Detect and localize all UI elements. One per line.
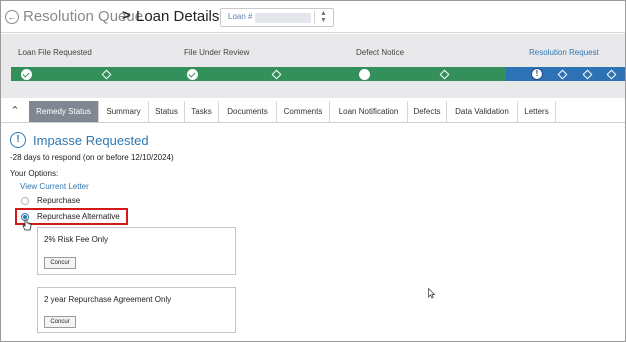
respond-deadline-text: -28 days to respond (on or before 12/10/… — [10, 153, 174, 162]
alert-circle-icon: ! — [10, 132, 26, 148]
progress-tracker: Loan File Requested File Under Review De… — [1, 34, 625, 98]
radio-label-repurchase-alternative[interactable]: Repurchase Alternative — [37, 212, 120, 221]
tab-remedy-status[interactable]: Remedy Status — [29, 101, 99, 122]
step-dot-icon — [359, 69, 370, 80]
remedy-status-title: Impasse Requested — [33, 133, 149, 148]
arrow-left-icon[interactable]: ← — [5, 10, 19, 24]
check-circle-icon — [21, 69, 32, 80]
radio-label-repurchase[interactable]: Repurchase — [37, 196, 80, 205]
loan-number-value — [255, 13, 311, 23]
tab-letters[interactable]: Letters — [518, 101, 556, 122]
alternative-title: 2% Risk Fee Only — [44, 235, 109, 244]
tab-status[interactable]: Status — [149, 101, 185, 122]
tab-tasks[interactable]: Tasks — [185, 101, 219, 122]
page-title: Loan Details — [136, 8, 220, 25]
loan-number-label: Loan # — [228, 12, 253, 21]
radio-repurchase[interactable] — [21, 197, 29, 205]
tab-bar: ⌃ Remedy Status Summary Status Tasks Doc… — [1, 101, 625, 123]
tab-documents[interactable]: Documents — [219, 101, 277, 122]
mouse-pointer-icon — [428, 288, 436, 299]
view-current-letter-link[interactable]: View Current Letter — [20, 182, 89, 191]
tab-loan-notification[interactable]: Loan Notification — [330, 101, 408, 122]
options-label: Your Options: — [10, 169, 59, 178]
alert-circle-icon: ! — [531, 68, 543, 80]
tab-defects[interactable]: Defects — [408, 101, 447, 122]
alternative-title: 2 year Repurchase Agreement Only — [44, 295, 172, 304]
progress-bar-complete — [11, 67, 506, 81]
step-label-defect-notice: Defect Notice — [356, 48, 405, 57]
tab-summary[interactable]: Summary — [99, 101, 149, 122]
concur-button[interactable]: Concur — [44, 316, 76, 328]
loan-select-divider — [314, 11, 315, 24]
hand-pointer-cursor-icon — [22, 219, 32, 231]
page-header: ← Resolution Queue > Loan Details Loan #… — [1, 1, 625, 33]
up-down-caret-icon[interactable]: ▲ ▼ — [320, 10, 327, 24]
step-label-file-under-review: File Under Review — [184, 48, 250, 57]
alternative-card-risk-fee: 2% Risk Fee Only Concur — [37, 227, 236, 275]
tab-comments[interactable]: Comments — [277, 101, 330, 122]
tab-data-validation[interactable]: Data Validation — [447, 101, 518, 122]
concur-button[interactable]: Concur — [44, 257, 76, 269]
step-label-resolution-request: Resolution Request — [529, 48, 599, 57]
step-label-loan-file-requested: Loan File Requested — [18, 48, 92, 57]
check-circle-icon — [187, 69, 198, 80]
alternative-card-repurchase-agreement: 2 year Repurchase Agreement Only Concur — [37, 287, 236, 333]
breadcrumb-separator: > — [122, 7, 131, 24]
loan-number-select[interactable]: Loan # ▲ ▼ — [220, 8, 334, 27]
chevron-up-icon[interactable]: ⌃ — [1, 101, 29, 122]
